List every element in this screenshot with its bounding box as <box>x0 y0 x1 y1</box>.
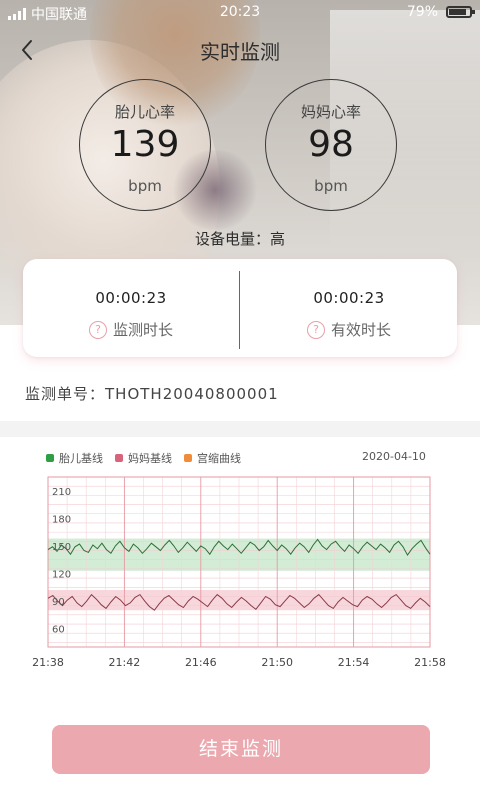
card-divider <box>239 271 240 349</box>
x-tick-label: 21:46 <box>185 656 217 669</box>
legend-swatch <box>46 454 54 462</box>
duration-card: 00:00:23 ? 监测时长 00:00:23 ? 有效时长 <box>23 259 457 357</box>
battery-icon <box>446 6 475 18</box>
status-bar: 中国联通 20:23 79% <box>0 0 480 26</box>
y-tick-label: 180 <box>52 514 71 525</box>
order-number-label: 监测单号： <box>25 385 106 403</box>
mother-heart-rate-unit: bpm <box>314 177 348 195</box>
legend-swatch <box>184 454 192 462</box>
fetal-heart-rate-unit: bpm <box>128 177 162 195</box>
mother-heart-rate-value: 98 <box>308 124 354 165</box>
legend-label: 妈妈基线 <box>128 452 172 465</box>
x-tick-label: 21:38 <box>32 656 64 669</box>
y-tick-label: 90 <box>52 597 65 608</box>
monitor-duration-label: 监测时长 <box>112 321 173 339</box>
fetal-heart-rate-ring: 胎儿心率 139 bpm <box>79 79 211 211</box>
effective-duration-value: 00:00:23 <box>313 289 385 307</box>
order-number-value: THOTH20040800001 <box>105 385 279 403</box>
legend-swatch <box>115 454 123 462</box>
device-battery-label: 设备电量： <box>194 230 270 248</box>
end-monitoring-button[interactable]: 结束监测 <box>52 725 430 774</box>
x-tick-label: 21:50 <box>261 656 293 669</box>
battery-percent: 79% <box>406 4 438 20</box>
monitor-duration: 00:00:23 ? 监测时长 <box>23 289 239 340</box>
fetal-heart-rate-value: 139 <box>110 124 180 165</box>
device-battery-value: 高 <box>270 230 286 248</box>
y-tick-label: 60 <box>52 625 65 636</box>
y-tick-label: 210 <box>52 487 71 498</box>
x-tick-label: 21:58 <box>414 656 446 669</box>
device-battery-level: 设备电量：高 <box>0 228 480 249</box>
heart-rate-chart[interactable]: 210 180 150 120 90 60 21:38 21:42 21:46 21:50 21:5… <box>0 465 480 675</box>
x-tick-label: 21:42 <box>109 656 141 669</box>
page-title: 实时监测 <box>200 40 280 64</box>
legend-item-mother: 妈妈基线 <box>115 450 172 466</box>
mother-heart-rate-label: 妈妈心率 <box>300 103 361 121</box>
y-tick-label: 150 <box>52 542 71 553</box>
help-icon[interactable]: ? <box>306 320 325 339</box>
chart-date: 2020-04-10 <box>362 450 426 463</box>
order-number: 监测单号：THOTH20040800001 <box>25 383 279 404</box>
effective-duration-label: 有效时长 <box>330 321 391 339</box>
x-tick-label: 21:54 <box>338 656 370 669</box>
section-separator <box>0 421 480 437</box>
legend-label: 胎儿基线 <box>59 452 103 465</box>
help-icon[interactable]: ? <box>88 320 107 339</box>
legend-item-contraction: 宫缩曲线 <box>184 450 241 466</box>
effective-duration: 00:00:23 ? 有效时长 <box>241 289 457 340</box>
legend-label: 宫缩曲线 <box>197 452 241 465</box>
legend-item-fetal: 胎儿基线 <box>46 450 103 466</box>
fetal-heart-rate-label: 胎儿心率 <box>114 103 175 121</box>
mother-heart-rate-ring: 妈妈心率 98 bpm <box>265 79 397 211</box>
monitor-duration-value: 00:00:23 <box>95 289 167 307</box>
chart-legend: 胎儿基线 妈妈基线 宫缩曲线 <box>46 450 241 466</box>
y-tick-label: 120 <box>52 569 71 580</box>
